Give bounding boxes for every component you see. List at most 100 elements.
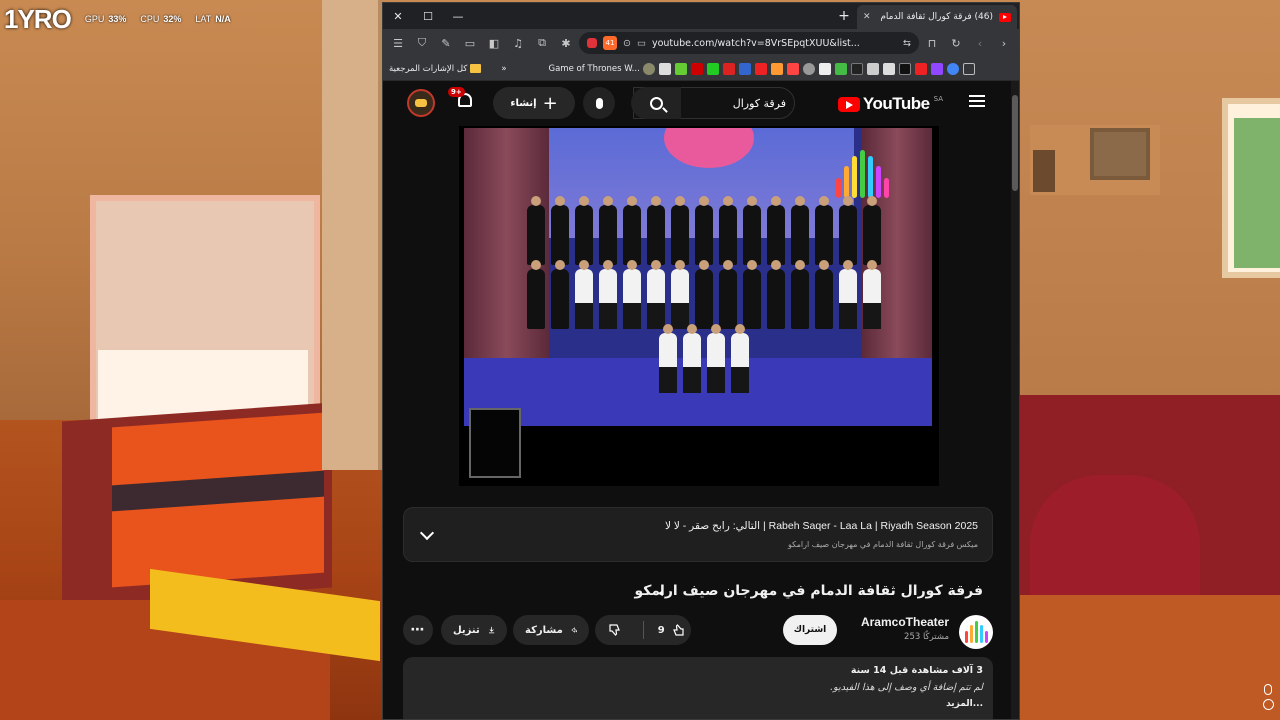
youtube-play-icon [837, 96, 860, 112]
got-icon [642, 62, 655, 75]
record-tray-icon[interactable] [1262, 699, 1274, 710]
apps-grid-icon[interactable] [962, 62, 975, 75]
festival-logo-art [832, 148, 902, 198]
like-button[interactable]: 9 [652, 615, 692, 645]
share-icon [571, 627, 577, 633]
youtube-bookmark-icon[interactable] [914, 62, 927, 75]
new-tab-button[interactable]: + [831, 3, 857, 29]
back-icon[interactable]: ‹ [969, 32, 991, 54]
bookmarks-overflow[interactable]: » [501, 64, 506, 74]
google-icon[interactable] [946, 62, 959, 75]
music-icon[interactable]: ♫ [507, 32, 529, 54]
bookmark-icon-3[interactable] [690, 62, 703, 75]
download-button[interactable]: تنزيل [441, 615, 507, 645]
show-more-link[interactable]: ...المزيد [413, 699, 983, 709]
bookmarks-bar: كل الإشارات المرجعية » Game of Thrones W… [383, 57, 1019, 81]
video-frame [464, 128, 932, 426]
tab-close-icon[interactable]: ✕ [863, 12, 871, 22]
thumbs-up-icon [672, 624, 684, 636]
bookmark-icon[interactable]: ⊓ [921, 32, 943, 54]
picture-frame-art [1090, 128, 1150, 180]
bookmark-icon-7[interactable] [754, 62, 767, 75]
x-icon[interactable] [898, 62, 911, 75]
zoom-icon[interactable]: ⊙ [623, 38, 631, 49]
url-text[interactable]: youtube.com/watch?v=8VrSEpqtXUU&list... [652, 38, 897, 49]
video-player[interactable] [459, 126, 939, 486]
subscribe-button[interactable]: اشتراك [783, 615, 837, 645]
bookmark-icon-11[interactable] [818, 62, 831, 75]
site-info-icon[interactable]: ▭ [637, 38, 646, 49]
title-bar: ✕ ☐ — + ✕ (46) فرقة كورال ثقافة الدمام ف… [383, 3, 1019, 29]
voice-search-button[interactable] [583, 87, 615, 119]
more-actions-button[interactable]: ⋯ [403, 615, 433, 645]
bookmark-icon-5[interactable] [722, 62, 735, 75]
search-button[interactable] [631, 87, 681, 119]
bookmark-icon-13[interactable] [866, 62, 879, 75]
description-box[interactable]: 3 آلاف مشاهدة قبل 14 سنة لم تتم إضافة أي… [403, 657, 993, 719]
tiktok-icon[interactable] [850, 62, 863, 75]
channel-info[interactable]: AramcoTheater 253 مشتركًا [861, 615, 949, 642]
youtube-favicon-icon [999, 12, 1011, 22]
channel-avatar[interactable] [959, 615, 993, 649]
up-next-title[interactable]: التالي: رابح صقر - لا لا | Rabeh Saqer -… [665, 520, 978, 532]
dislike-button[interactable] [595, 615, 635, 645]
forward-icon[interactable]: › [993, 32, 1015, 54]
bookmark-icon-4[interactable] [706, 62, 719, 75]
like-count: 9 [657, 624, 665, 636]
page-scrollbar[interactable] [1011, 81, 1019, 719]
notifications-button[interactable]: 9+ [448, 87, 474, 111]
screenshot-icon[interactable]: ⧉ [531, 32, 553, 54]
up-next-panel[interactable]: التالي: رابح صقر - لا لا | Rabeh Saqer -… [403, 507, 993, 562]
sidebar-icon[interactable]: ◧ [483, 32, 505, 54]
bookmark-icon-2[interactable] [674, 62, 687, 75]
account-avatar[interactable] [407, 89, 435, 117]
tab-title: (46) فرقة كورال ثقافة الدمام في مهرجان [877, 12, 993, 22]
twitch-icon[interactable] [930, 62, 943, 75]
share-button[interactable]: مشاركة [513, 615, 589, 645]
scrollbar-thumb[interactable] [1012, 95, 1018, 191]
create-button[interactable]: إنشاء + [493, 87, 575, 119]
bookmark-icon-14[interactable] [882, 62, 895, 75]
all-bookmarks-folder[interactable]: كل الإشارات المرجعية [389, 64, 482, 74]
alert-icon[interactable] [587, 38, 597, 48]
bookmark-icon-1[interactable] [658, 62, 671, 75]
channel-name[interactable]: AramcoTheater [861, 615, 949, 629]
chevron-down-icon[interactable] [419, 525, 435, 541]
microphone-tray-icon[interactable] [1264, 684, 1272, 695]
like-dislike-group: 9 [595, 615, 691, 645]
active-tab[interactable]: ✕ (46) فرقة كورال ثقافة الدمام في مهرجان [857, 5, 1017, 29]
bookmark-icon-9[interactable] [786, 62, 799, 75]
download-icon [488, 626, 494, 634]
plus-icon: + [542, 92, 558, 114]
guide-menu-icon[interactable] [969, 95, 985, 107]
overlay-logo: 1YRO [4, 3, 72, 34]
brave-shield-icon[interactable]: 41 [603, 36, 617, 50]
wallpaper-window [1222, 98, 1280, 278]
thumbs-down-icon [609, 624, 620, 636]
shield-icon[interactable]: ⛉ [411, 32, 433, 54]
address-bar[interactable]: 41 ⊙ ▭ youtube.com/watch?v=8VrSEpqtXUU&l… [579, 32, 919, 54]
stage-monitor-art [469, 408, 521, 478]
youtube-logo[interactable]: YouTube SA [837, 94, 943, 114]
bookmark-icon-8[interactable] [770, 62, 783, 75]
microphone-icon [595, 97, 603, 109]
folder-icon [470, 64, 482, 73]
menu-icon[interactable]: ☰ [387, 32, 409, 54]
chess-piece-art [1033, 150, 1055, 192]
maximize-button[interactable]: ☐ [413, 3, 443, 29]
close-window-button[interactable]: ✕ [383, 3, 413, 29]
latency-stat: LAT N/A [195, 14, 231, 24]
minimize-button[interactable]: — [443, 3, 473, 29]
bookmark-icon-10[interactable] [802, 62, 815, 75]
tune-icon[interactable]: ⇆ [903, 38, 911, 49]
extensions-icon[interactable]: ✱ [555, 32, 577, 54]
reload-icon[interactable]: ↻ [945, 32, 967, 54]
description-text: لم تتم إضافة أي وصف إلى هذا الفيديو. [830, 682, 983, 693]
bookmark-icon-12[interactable] [834, 62, 847, 75]
pin-icon[interactable]: ✎ [435, 32, 457, 54]
browser-window: ✕ ☐ — + ✕ (46) فرقة كورال ثقافة الدمام ف… [382, 2, 1020, 720]
bookmark-game-of-thrones[interactable]: Game of Thrones W... [549, 62, 655, 75]
bookmark-icon-6[interactable] [738, 62, 751, 75]
notification-count-badge: 9+ [448, 87, 465, 97]
wallet-icon[interactable]: ▭ [459, 32, 481, 54]
